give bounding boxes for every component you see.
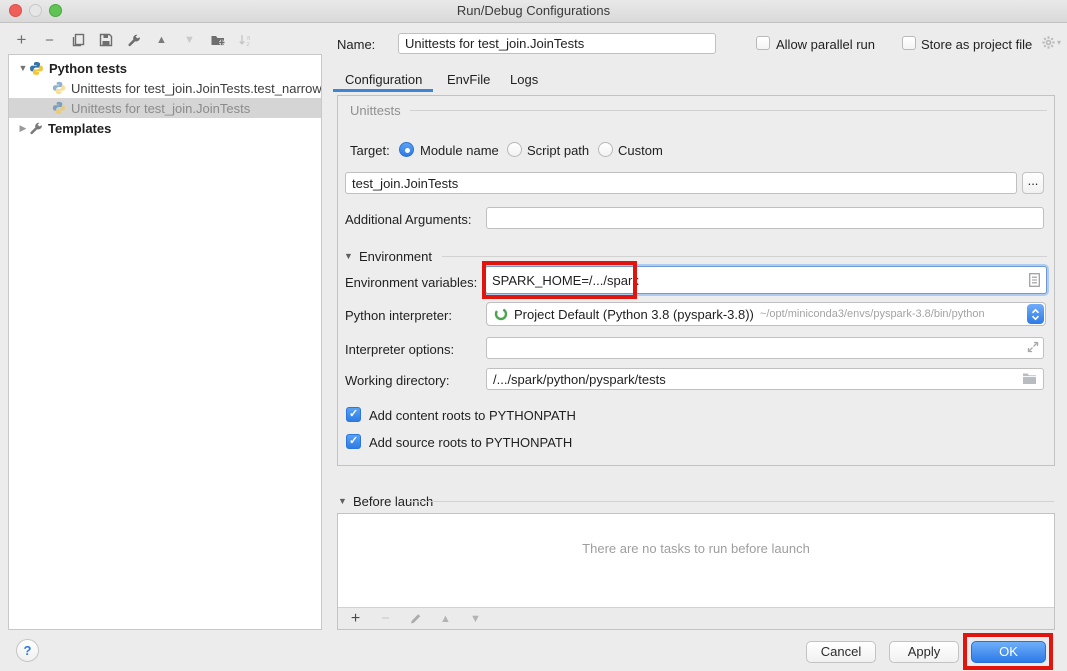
python-test-config-icon xyxy=(52,101,66,115)
edit-templates-icon[interactable] xyxy=(125,32,142,49)
save-configuration-icon[interactable] xyxy=(97,32,114,49)
working-directory-label: Working directory: xyxy=(345,373,450,388)
cancel-button[interactable]: Cancel xyxy=(806,641,876,663)
tree-item-unittests-test-narrow[interactable]: Unittests for test_join.JoinTests.test_n… xyxy=(9,78,321,98)
target-script-path-radio[interactable] xyxy=(507,142,522,157)
target-module-name-radio[interactable] xyxy=(399,142,414,157)
target-module-name-label: Module name xyxy=(420,143,499,158)
move-down-button[interactable]: ▼ xyxy=(181,32,198,49)
apply-button[interactable]: Apply xyxy=(889,641,959,663)
tree-item-label: Templates xyxy=(48,121,111,136)
svg-text:z: z xyxy=(246,41,249,47)
group-divider xyxy=(407,501,1054,502)
templates-wrench-icon xyxy=(29,121,43,135)
new-folder-icon[interactable] xyxy=(209,32,226,49)
tab-logs[interactable]: Logs xyxy=(510,72,538,87)
environment-variables-value: SPARK_HOME=/.../spark xyxy=(492,273,639,288)
environment-collapse-icon[interactable]: ▼ xyxy=(344,251,353,261)
working-directory-input[interactable]: /.../spark/python/pyspark/tests xyxy=(486,368,1044,390)
ok-button[interactable]: OK xyxy=(971,641,1046,663)
environment-variables-label: Environment variables: xyxy=(345,275,477,290)
environment-variables-input[interactable]: SPARK_HOME=/.../spark xyxy=(485,266,1047,294)
expand-field-icon[interactable] xyxy=(1027,341,1039,353)
configurations-tree: ▼ Python tests Unittests for test_join.J… xyxy=(8,54,322,630)
move-task-down-button[interactable]: ▼ xyxy=(467,610,484,627)
conda-env-icon xyxy=(494,307,508,321)
allow-parallel-run-checkbox[interactable] xyxy=(756,36,770,50)
interpreter-options-label: Interpreter options: xyxy=(345,342,454,357)
store-as-project-file-label: Store as project file xyxy=(921,37,1032,52)
zoom-window-button[interactable] xyxy=(49,4,62,17)
add-content-roots-checkbox[interactable] xyxy=(346,407,361,422)
additional-arguments-input[interactable] xyxy=(486,207,1044,229)
remove-task-button[interactable]: − xyxy=(377,610,394,627)
gear-caret-icon: ▾ xyxy=(1057,38,1061,47)
move-up-button[interactable]: ▲ xyxy=(153,32,170,49)
python-interpreter-select[interactable]: Project Default (Python 3.8 (pyspark-3.8… xyxy=(486,302,1046,326)
before-launch-toolbar: + − ▲ ▼ xyxy=(338,607,1054,629)
target-custom-label: Custom xyxy=(618,143,663,158)
help-button[interactable]: ? xyxy=(16,639,39,662)
close-window-button[interactable] xyxy=(9,4,22,17)
remove-configuration-button[interactable]: − xyxy=(41,32,58,49)
title-bar: Run/Debug Configurations xyxy=(0,0,1067,23)
configurations-toolbar: + − ▲ ▼ az xyxy=(13,29,254,51)
window-title: Run/Debug Configurations xyxy=(0,0,1067,22)
target-script-path-label: Script path xyxy=(527,143,589,158)
python-interpreter-path: ~/opt/miniconda3/envs/pyspark-3.8/bin/py… xyxy=(760,308,985,320)
group-divider xyxy=(410,110,1047,111)
tree-item-label: Python tests xyxy=(49,61,127,76)
browse-folder-icon[interactable] xyxy=(1022,372,1037,385)
python-test-config-icon xyxy=(52,81,66,95)
tree-item-label: Unittests for test_join.JoinTests.test_n… xyxy=(71,81,322,96)
tree-item-templates[interactable]: ▶ Templates xyxy=(9,118,321,138)
allow-parallel-run-label: Allow parallel run xyxy=(776,37,875,52)
additional-arguments-label: Additional Arguments: xyxy=(345,212,471,227)
copy-configuration-icon[interactable] xyxy=(69,32,86,49)
edit-variables-list-icon[interactable] xyxy=(1029,273,1040,287)
interpreter-options-input[interactable] xyxy=(486,337,1044,359)
sort-configurations-icon[interactable]: az xyxy=(237,32,254,49)
collapse-arrow-icon[interactable]: ▶ xyxy=(17,123,29,134)
python-interpreter-label: Python interpreter: xyxy=(345,308,452,323)
working-directory-value: /.../spark/python/pyspark/tests xyxy=(493,372,666,387)
tree-item-label: Unittests for test_join.JoinTests xyxy=(71,101,250,116)
add-configuration-button[interactable]: + xyxy=(13,32,30,49)
add-content-roots-label: Add content roots to PYTHONPATH xyxy=(369,408,576,423)
tree-item-python-tests[interactable]: ▼ Python tests xyxy=(9,58,321,78)
python-tests-icon xyxy=(29,61,44,76)
before-launch-collapse-icon[interactable]: ▼ xyxy=(338,496,347,506)
move-task-up-button[interactable]: ▲ xyxy=(437,610,454,627)
minimize-window-button[interactable] xyxy=(29,4,42,17)
name-label: Name: xyxy=(337,37,375,52)
add-task-button[interactable]: + xyxy=(347,610,364,627)
target-custom-radio[interactable] xyxy=(598,142,613,157)
interpreter-select-spinner[interactable] xyxy=(1027,304,1044,324)
group-divider xyxy=(442,256,1047,257)
tab-configuration[interactable]: Configuration xyxy=(345,72,422,87)
edit-task-pencil-icon[interactable] xyxy=(407,610,424,627)
target-label: Target: xyxy=(350,143,390,158)
add-source-roots-checkbox[interactable] xyxy=(346,434,361,449)
unittests-group-label: Unittests xyxy=(350,103,401,118)
before-launch-empty-message: There are no tasks to run before launch xyxy=(337,541,1055,556)
tab-envfile[interactable]: EnvFile xyxy=(447,72,490,87)
module-name-input[interactable] xyxy=(345,172,1017,194)
active-tab-underline xyxy=(333,89,433,92)
run-debug-configurations-dialog: Run/Debug Configurations + − ▲ ▼ az ▼ Py xyxy=(0,0,1067,671)
store-options-gear-icon[interactable]: ▾ xyxy=(1041,35,1061,50)
tree-item-unittests-jointests[interactable]: Unittests for test_join.JoinTests xyxy=(9,98,321,118)
name-input[interactable] xyxy=(398,33,716,54)
add-source-roots-label: Add source roots to PYTHONPATH xyxy=(369,435,572,450)
python-interpreter-value: Project Default (Python 3.8 (pyspark-3.8… xyxy=(514,307,754,322)
store-as-project-file-checkbox[interactable] xyxy=(902,36,916,50)
expand-arrow-icon[interactable]: ▼ xyxy=(17,63,29,73)
environment-group-label: Environment xyxy=(359,249,432,264)
browse-module-button[interactable]: ... xyxy=(1022,172,1044,194)
